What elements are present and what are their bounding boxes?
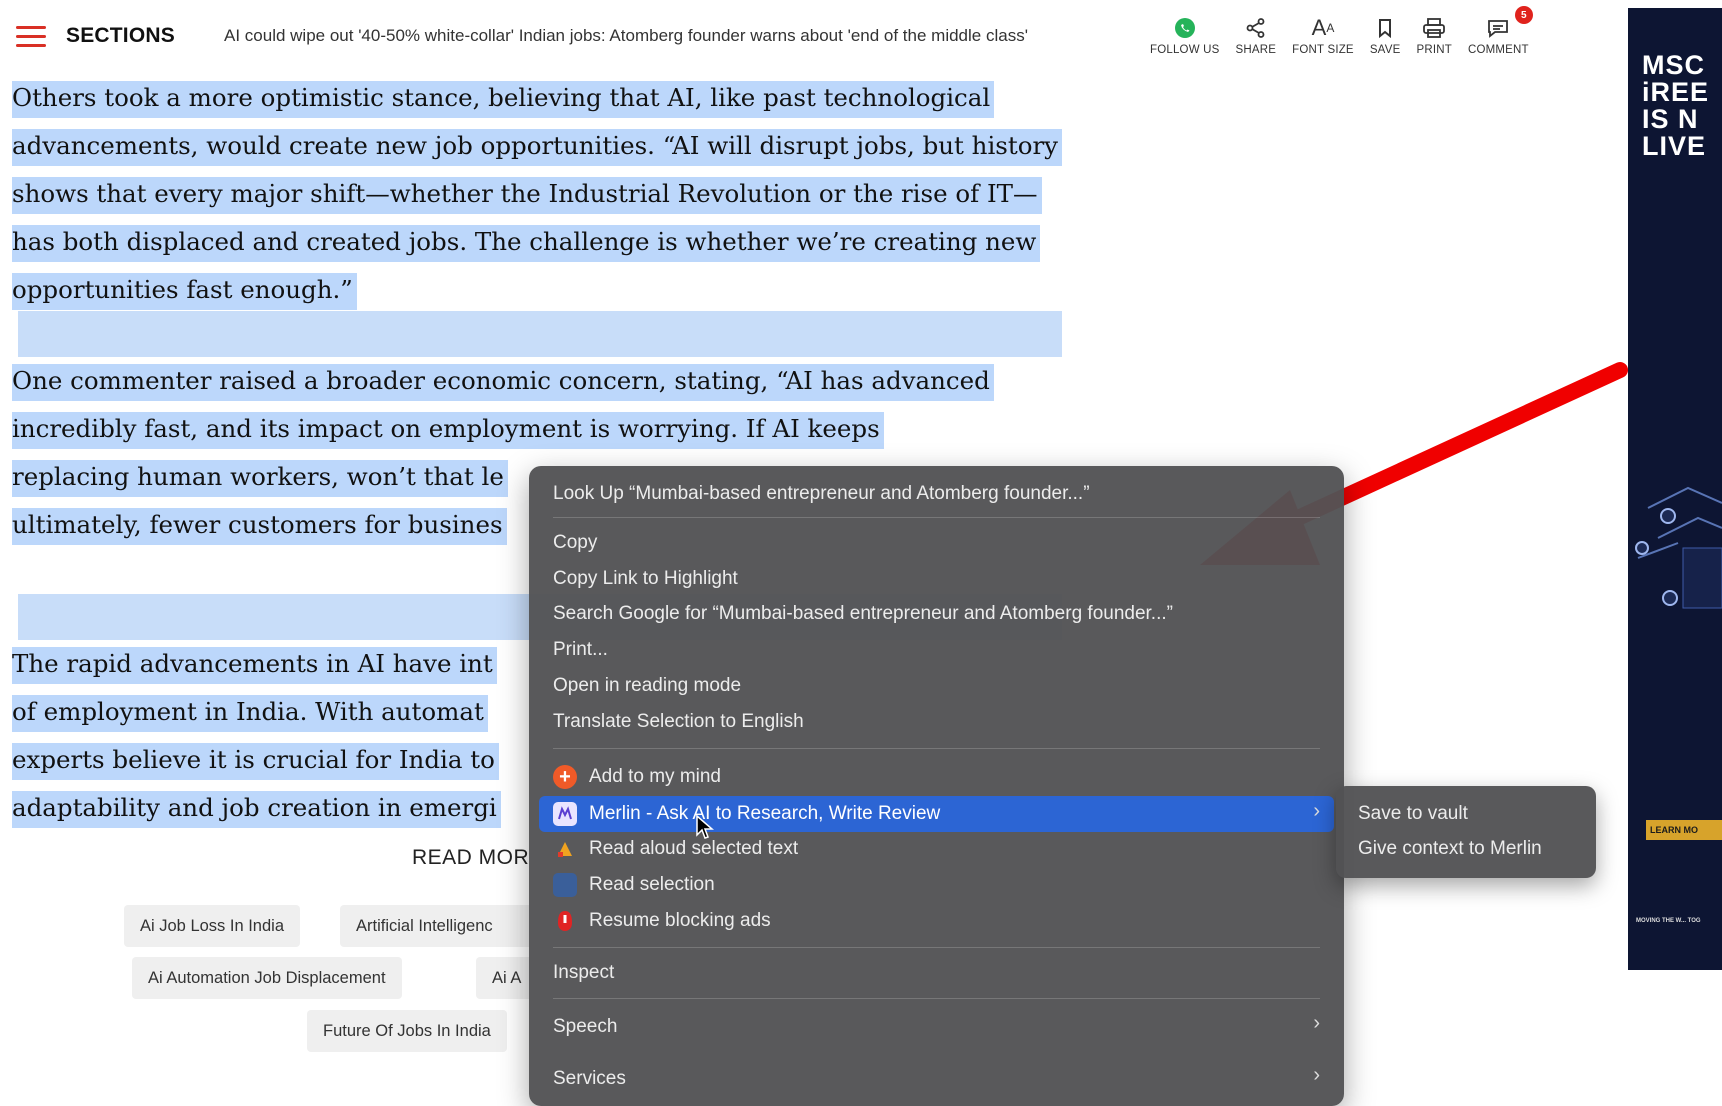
submenu-item-give-context[interactable]: Give context to Merlin: [1358, 832, 1542, 866]
sections-label[interactable]: SECTIONS: [66, 24, 175, 48]
tag-ai-automation-job-displacement[interactable]: Ai Automation Job Displacement: [132, 957, 402, 999]
merlin-icon: [553, 802, 577, 826]
menu-item-translate[interactable]: Translate Selection to English: [553, 705, 804, 739]
menu-item-label: Merlin - Ask AI to Research, Write Revie…: [589, 803, 941, 824]
save-label: SAVE: [1369, 44, 1401, 56]
whatsapp-icon: [1174, 12, 1196, 44]
article-toolbar: FOLLOW US SHARE AA FONT SIZE SAVE PRINT: [1150, 6, 1545, 68]
ad-footer-text: MOVING THE W... TOG: [1636, 918, 1701, 924]
menu-item-label: Read aloud selected text: [589, 838, 799, 859]
menu-item-read-selection[interactable]: Read selection: [553, 868, 715, 902]
comment-button[interactable]: 5 COMMENT: [1467, 6, 1533, 68]
selected-text: Others took a more optimistic stance, be…: [12, 81, 1063, 310]
menu-item-copy[interactable]: Copy: [553, 526, 597, 560]
follow-us-button[interactable]: FOLLOW US: [1150, 12, 1220, 68]
menu-item-print[interactable]: Print...: [553, 633, 608, 667]
menu-item-services[interactable]: Services: [553, 1062, 626, 1096]
print-label: PRINT: [1416, 44, 1452, 56]
print-icon: [1422, 12, 1446, 44]
ad-headline: MSC iREE IS N LIVE: [1642, 50, 1710, 161]
share-label: SHARE: [1235, 44, 1277, 56]
font-size-icon: AA: [1311, 15, 1335, 40]
read-selection-icon: [553, 873, 577, 897]
selected-line: The rapid advancements in AI have int: [12, 647, 497, 684]
selected-line: incredibly fast, and its impact on emplo…: [12, 412, 884, 449]
submenu-item-save-to-vault[interactable]: Save to vault: [1358, 797, 1468, 831]
menu-separator: [553, 947, 1320, 948]
menu-item-search-google[interactable]: Search Google for “Mumbai-based entrepre…: [553, 597, 1173, 631]
menu-item-read-aloud[interactable]: Read aloud selected text: [553, 832, 798, 866]
font-size-label: FONT SIZE: [1292, 44, 1354, 56]
read-more-heading: READ MOR: [412, 846, 530, 869]
save-button[interactable]: SAVE: [1370, 12, 1401, 68]
ad-graphic: [1635, 486, 1722, 609]
add-icon: +: [553, 765, 577, 789]
adblock-icon: [553, 909, 577, 933]
advertisement[interactable]: MSC iREE IS N LIVE LEARN MO MOVING THE W…: [1628, 8, 1722, 970]
menu-item-label: Read selection: [589, 874, 715, 895]
menu-item-resume-blocking-ads[interactable]: Resume blocking ads: [553, 904, 771, 938]
ad-learn-more-button[interactable]: LEARN MO: [1646, 820, 1722, 840]
comment-icon: [1486, 12, 1510, 44]
menu-item-label: Add to my mind: [589, 766, 721, 787]
comment-count-badge: 5: [1514, 6, 1533, 24]
comment-label: COMMENT: [1467, 44, 1529, 56]
menu-separator: [553, 998, 1320, 999]
hamburger-menu-icon[interactable]: [16, 26, 46, 48]
selected-line: replacing human workers, won’t that le: [12, 460, 508, 497]
menu-item-label: Resume blocking ads: [589, 910, 771, 931]
share-icon: [1245, 12, 1267, 44]
article-headline: AI could wipe out '40-50% white-collar' …: [224, 26, 1028, 45]
chevron-right-icon: ›: [1313, 1012, 1320, 1034]
menu-item-speech[interactable]: Speech: [553, 1010, 617, 1044]
tag-artificial-intelligence[interactable]: Artificial Intelligenc: [340, 905, 552, 947]
merlin-submenu: Save to vault Give context to Merlin: [1336, 786, 1596, 878]
menu-item-open-reading-mode[interactable]: Open in reading mode: [553, 669, 741, 703]
print-button[interactable]: PRINT: [1416, 12, 1452, 68]
menu-item-copy-link-to-highlight[interactable]: Copy Link to Highlight: [553, 562, 738, 596]
bookmark-icon: [1377, 12, 1393, 44]
tag-future-of-jobs[interactable]: Future Of Jobs In India: [307, 1010, 507, 1052]
context-menu: Look Up “Mumbai-based entrepreneur and A…: [529, 466, 1344, 1106]
font-size-button[interactable]: AA FONT SIZE: [1292, 12, 1354, 68]
menu-item-merlin[interactable]: Merlin - Ask AI to Research, Write Revie…: [553, 797, 940, 831]
selected-line: of employment in India. With automat: [12, 695, 488, 732]
mouse-cursor-icon: [696, 815, 714, 839]
selection-gap: [18, 311, 1062, 357]
menu-item-add-to-my-mind[interactable]: + Add to my mind: [553, 760, 721, 794]
selected-line: adaptability and job creation in emergi: [12, 791, 501, 828]
tag-ai-job-loss[interactable]: Ai Job Loss In India: [124, 905, 301, 947]
menu-separator: [553, 517, 1320, 518]
follow-us-label: FOLLOW US: [1150, 44, 1220, 56]
menu-item-look-up[interactable]: Look Up “Mumbai-based entrepreneur and A…: [553, 477, 1090, 511]
menu-item-inspect[interactable]: Inspect: [553, 956, 614, 990]
site-header: SECTIONS AI could wipe out '40-50% white…: [0, 0, 1618, 74]
chevron-right-icon: ›: [1313, 1064, 1320, 1086]
chevron-right-icon: ›: [1313, 800, 1320, 822]
article-paragraph: Others took a more optimistic stance, be…: [12, 74, 1072, 314]
selected-line: experts believe it is crucial for India …: [12, 743, 499, 780]
selected-line: One commenter raised a broader economic …: [12, 364, 994, 401]
read-aloud-icon: [553, 837, 577, 861]
share-button[interactable]: SHARE: [1236, 12, 1277, 68]
menu-separator: [553, 748, 1320, 749]
selected-line: ultimately, fewer customers for busines: [12, 508, 507, 545]
